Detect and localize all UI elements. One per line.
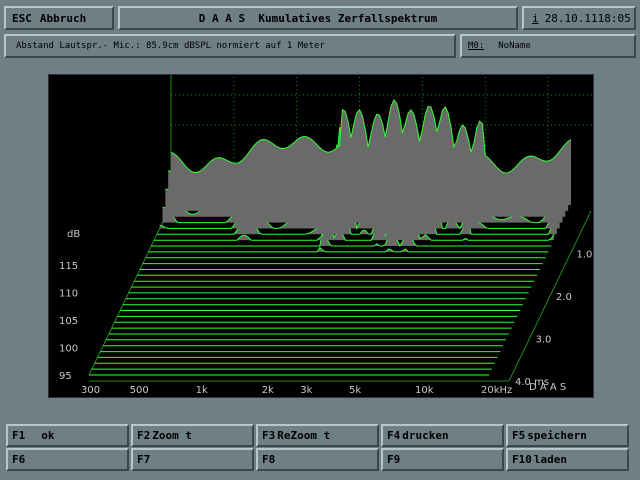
x-tick-label: 3k bbox=[300, 385, 312, 396]
y-tick-label: 105 bbox=[59, 316, 78, 327]
fkey-f5-button[interactable]: F5 speichern bbox=[506, 424, 629, 447]
window-title-bar: D A A S Kumulatives Zerfallspektrum bbox=[118, 6, 518, 30]
z-tick-label: 1.0 bbox=[577, 250, 593, 261]
x-tick-label: 5k bbox=[349, 385, 361, 396]
info-icon[interactable]: i bbox=[532, 12, 539, 25]
measurement-description: Abstand Lautspr.- Mic.: 85.9cm dBSPL nor… bbox=[16, 41, 325, 51]
fkey-action-label: Zoom t bbox=[152, 429, 192, 442]
y-tick-label: 115 bbox=[59, 261, 78, 272]
fkey-action-label: ReZoom t bbox=[277, 429, 331, 442]
slice-fill bbox=[171, 99, 571, 205]
abort-label: Abbruch bbox=[39, 11, 87, 25]
z-axis-line bbox=[508, 210, 592, 382]
slice-fill bbox=[148, 247, 549, 252]
fkey-f10-button[interactable]: F10 laden bbox=[506, 448, 629, 471]
fkey-key-label: F4 bbox=[387, 429, 401, 442]
chart-brand-label: D A A S bbox=[529, 382, 566, 393]
esc-abort-button[interactable]: ESC Abbruch bbox=[4, 6, 114, 30]
window-title: D A A S Kumulatives Zerfallspektrum bbox=[198, 11, 438, 25]
fkey-key-label: F2 bbox=[137, 429, 151, 442]
fkey-key-label: F5 bbox=[512, 429, 526, 442]
fkey-key-label: F1 bbox=[12, 429, 26, 442]
memory-value: NoName bbox=[498, 41, 531, 51]
time-text: 18:05 bbox=[597, 11, 631, 25]
fkey-key-label: F10 bbox=[512, 453, 532, 466]
y-tick-label: 100 bbox=[59, 344, 78, 355]
fkey-action-label: laden bbox=[533, 453, 567, 466]
fkey-action-label: ok bbox=[41, 429, 55, 442]
fkey-key-label: F7 bbox=[137, 453, 151, 466]
fkey-key-label: F8 bbox=[262, 453, 276, 466]
fkey-f9-button[interactable]: F9 bbox=[381, 448, 504, 471]
measurement-info-bar: Abstand Lautspr.- Mic.: 85.9cm dBSPL nor… bbox=[4, 34, 456, 58]
date-text: 28.10.11 bbox=[544, 11, 598, 25]
fkey-f6-button[interactable]: F6 bbox=[6, 448, 129, 471]
y-tick-label: 95 bbox=[59, 371, 72, 382]
esc-key-label: ESC bbox=[12, 11, 32, 25]
memory-panel[interactable]: M0: NoName bbox=[460, 34, 636, 58]
fkey-f2-button[interactable]: F2 Zoom t bbox=[131, 424, 254, 447]
fkey-f8-button[interactable]: F8 bbox=[256, 448, 379, 471]
x-tick-label: 300 bbox=[81, 385, 100, 396]
x-tick-label: 1k bbox=[196, 385, 208, 396]
z-tick-label: 3.0 bbox=[536, 335, 552, 346]
y-axis-label: dB bbox=[67, 229, 80, 240]
y-tick-label: 110 bbox=[59, 289, 78, 300]
fkey-f4-button[interactable]: F4 drucken bbox=[381, 424, 504, 447]
z-tick-label: 2.0 bbox=[556, 292, 572, 303]
chart-slices bbox=[89, 98, 572, 376]
waterfall-chart: 3005001k2k3k5k10k20kHz1151101051009501.0… bbox=[59, 4, 611, 396]
fkey-action-label: speichern bbox=[527, 429, 587, 442]
x-tick-label: 2k bbox=[262, 385, 274, 396]
x-tick-label: 20kHz bbox=[481, 385, 512, 396]
datetime-panel: i 28.10.11 18:05 bbox=[522, 6, 636, 30]
x-tick-label: 10k bbox=[415, 385, 434, 396]
memory-label: M0: bbox=[468, 41, 485, 51]
fkey-key-label: F3 bbox=[262, 429, 276, 442]
fkey-f3-button[interactable]: F3 ReZoom t bbox=[256, 424, 379, 447]
waterfall-chart-panel: 3005001k2k3k5k10k20kHz1151101051009501.0… bbox=[48, 4, 611, 398]
x-tick-label: 500 bbox=[130, 385, 149, 396]
fkey-f7-button[interactable]: F7 bbox=[131, 448, 254, 471]
fkey-key-label: F6 bbox=[12, 453, 26, 466]
fkey-f1-button[interactable]: F1 ok bbox=[6, 424, 129, 447]
fkey-action-label: drucken bbox=[402, 429, 449, 442]
fkey-key-label: F9 bbox=[387, 453, 401, 466]
slice-trace bbox=[148, 246, 549, 253]
